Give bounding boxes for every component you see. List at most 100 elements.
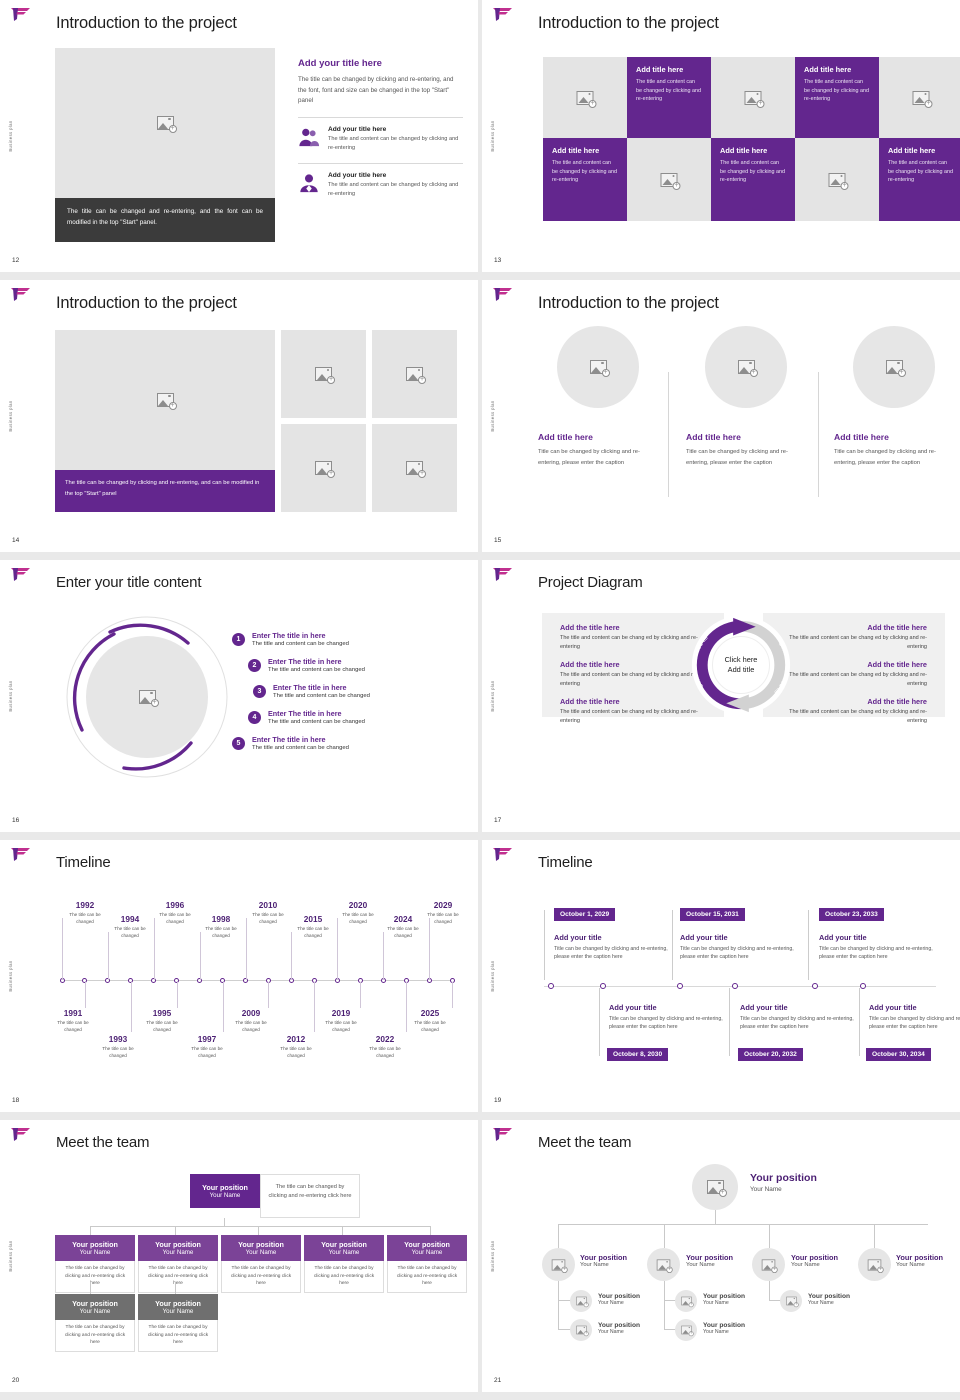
grid-cell-text[interactable]: Add title hereThe title and content can … — [627, 57, 711, 138]
slide-21[interactable]: Business plan Meet the team + Your posit… — [482, 1120, 960, 1392]
avatar[interactable]: + — [752, 1248, 785, 1281]
timeline-entry[interactable]: Add your titleTitle can be changed by cl… — [869, 1003, 960, 1032]
slide-13[interactable]: Business plan Introduction to the projec… — [482, 0, 960, 272]
grid-cell-text[interactable]: Add title hereThe title and content can … — [543, 138, 627, 221]
timeline-label-below[interactable]: 1991The title can be changed — [48, 1008, 98, 1033]
timeline-dot[interactable] — [677, 983, 683, 989]
timeline-label-below[interactable]: 2022The title can be changed — [360, 1034, 410, 1059]
image-placeholder-circle[interactable]: + — [853, 326, 935, 408]
timeline-entry[interactable]: Add your titleTitle can be changed by cl… — [609, 1003, 729, 1032]
panel-block[interactable]: Add the title hereThe title and content … — [777, 660, 927, 688]
avatar[interactable]: + — [780, 1290, 802, 1312]
timeline-label-above[interactable]: 2029The title can be changed — [418, 900, 468, 925]
timeline-label-below[interactable]: 1997The title can be changed — [182, 1034, 232, 1059]
avatar[interactable]: + — [570, 1290, 592, 1312]
image-placeholder[interactable]: + — [372, 424, 457, 512]
panel-block[interactable]: Add the title hereThe title and content … — [777, 697, 927, 725]
timeline-date-badge[interactable]: October 8, 2030 — [607, 1048, 668, 1061]
timeline-dot[interactable] — [860, 983, 866, 989]
org-label[interactable]: Your positionYour Name — [598, 1322, 640, 1335]
timeline-label-above[interactable]: 1994The title can be changed — [105, 914, 155, 939]
grid-cell-image[interactable]: + — [711, 57, 795, 138]
timeline-entry[interactable]: Add your titleTitle can be changed by cl… — [554, 933, 674, 962]
avatar[interactable]: + — [675, 1319, 697, 1341]
grid-cell-image[interactable]: + — [627, 138, 711, 221]
org-label[interactable]: Your positionYour Name — [686, 1253, 733, 1268]
image-placeholder-circle[interactable]: + — [557, 326, 639, 408]
slide-16[interactable]: Business plan Enter your title content +… — [0, 560, 478, 832]
image-placeholder[interactable]: + — [281, 330, 366, 418]
avatar[interactable]: + — [647, 1248, 680, 1281]
timeline-date-badge[interactable]: October 1, 2029 — [554, 908, 615, 921]
org-card[interactable]: Your positionYour NameThe title can be c… — [138, 1235, 218, 1293]
timeline-label-above[interactable]: 2015The title can be changed — [288, 914, 338, 939]
timeline-label-above[interactable]: 1998The title can be changed — [196, 914, 246, 939]
image-placeholder[interactable]: + — [55, 48, 275, 198]
slide-19[interactable]: Business plan Timeline October 1, 2029 O… — [482, 840, 960, 1112]
timeline-label-below[interactable]: 2019The title can be changed — [316, 1008, 366, 1033]
org-card[interactable]: Your positionYour NameThe title can be c… — [138, 1294, 218, 1352]
org-card[interactable]: Your positionYour NameThe title can be c… — [387, 1235, 467, 1293]
org-root-note[interactable]: The title can be changed by clicking and… — [260, 1174, 360, 1218]
org-label[interactable]: Your positionYour Name — [791, 1253, 838, 1268]
org-label[interactable]: Your positionYour Name — [580, 1253, 627, 1268]
grid-cell-image[interactable]: + — [879, 57, 960, 138]
org-card[interactable]: Your positionYour NameThe title can be c… — [55, 1294, 135, 1352]
timeline-entry[interactable]: Add your titleTitle can be changed by cl… — [819, 933, 939, 962]
timeline-dot[interactable] — [548, 983, 554, 989]
cycle-core[interactable]: Click here Add title — [712, 636, 770, 694]
timeline-entry[interactable]: Add your titleTitle can be changed by cl… — [680, 933, 800, 962]
org-card[interactable]: Your positionYour NameThe title can be c… — [221, 1235, 301, 1293]
slide-18[interactable]: Business plan Timeline 1992The title can… — [0, 840, 478, 1112]
image-placeholder-large[interactable]: + — [55, 330, 275, 470]
timeline-label-below[interactable]: 1993The title can be changed — [93, 1034, 143, 1059]
avatar[interactable]: + — [858, 1248, 891, 1281]
grid-cell-text[interactable]: Add title hereThe title and content can … — [711, 138, 795, 221]
feature-column[interactable]: + Add title here Title can be changed by… — [686, 326, 806, 468]
org-label[interactable]: Your positionYour Name — [703, 1322, 745, 1335]
grid-cell-text[interactable]: Add title hereThe title and content can … — [879, 138, 960, 221]
list-item[interactable]: 2Enter The title in hereThe title and co… — [248, 652, 457, 678]
org-root-card[interactable]: Your position Your Name — [190, 1174, 260, 1208]
slide-12[interactable]: Business plan Introduction to the projec… — [0, 0, 478, 272]
timeline-entry[interactable]: Add your titleTitle can be changed by cl… — [740, 1003, 860, 1032]
org-root-label[interactable]: Your position Your Name — [750, 1172, 817, 1193]
slide-20[interactable]: Business plan Meet the team Your positio… — [0, 1120, 478, 1392]
timeline-label-below[interactable]: 1995The title can be changed — [137, 1008, 187, 1033]
timeline-label-above[interactable]: 2010The title can be changed — [243, 900, 293, 925]
grid-cell-image[interactable]: + — [795, 138, 879, 221]
list-item[interactable]: 4Enter The title in hereThe title and co… — [248, 704, 457, 730]
list-item[interactable]: 3Enter The title in hereThe title and co… — [253, 678, 457, 704]
image-placeholder[interactable]: + — [372, 330, 457, 418]
timeline-date-badge[interactable]: October 15, 2031 — [680, 908, 745, 921]
timeline-label-above[interactable]: 1996The title can be changed — [150, 900, 200, 925]
org-label[interactable]: Your positionYour Name — [703, 1293, 745, 1306]
image-placeholder-circle[interactable]: + — [705, 326, 787, 408]
image-placeholder-circle[interactable]: + — [86, 636, 208, 758]
slide-17[interactable]: Business plan Project Diagram Add the ti… — [482, 560, 960, 832]
avatar[interactable]: + — [542, 1248, 575, 1281]
slide-15[interactable]: Business plan Introduction to the projec… — [482, 280, 960, 552]
timeline-dot[interactable] — [812, 983, 818, 989]
avatar[interactable]: + — [692, 1164, 738, 1210]
timeline-dot[interactable] — [600, 983, 606, 989]
avatar[interactable]: + — [570, 1319, 592, 1341]
org-label[interactable]: Your positionYour Name — [808, 1293, 850, 1306]
panel-block[interactable]: Add the title hereThe title and content … — [777, 623, 927, 651]
timeline-label-below[interactable]: 2025The title can be changed — [405, 1008, 455, 1033]
timeline-date-badge[interactable]: October 23, 2033 — [819, 908, 884, 921]
avatar[interactable]: + — [675, 1290, 697, 1312]
org-label[interactable]: Your positionYour Name — [598, 1293, 640, 1306]
list-item[interactable]: 1Enter The title in hereThe title and co… — [232, 626, 457, 652]
image-placeholder[interactable]: + — [281, 424, 366, 512]
org-label[interactable]: Your positionYour Name — [896, 1253, 943, 1268]
timeline-label-above[interactable]: 2020The title can be changed — [333, 900, 383, 925]
feature-row[interactable]: Add your title here The title and conten… — [298, 126, 463, 153]
timeline-label-above[interactable]: 1992The title can be changed — [60, 900, 110, 925]
grid-cell-text[interactable]: Add title hereThe title and content can … — [795, 57, 879, 138]
slide-14[interactable]: Business plan Introduction to the projec… — [0, 280, 478, 552]
feature-row[interactable]: Add your title here The title and conten… — [298, 172, 463, 199]
list-item[interactable]: 5Enter The title in hereThe title and co… — [232, 730, 457, 756]
grid-cell-image[interactable]: + — [543, 57, 627, 138]
timeline-label-below[interactable]: 2009The title can be changed — [226, 1008, 276, 1033]
